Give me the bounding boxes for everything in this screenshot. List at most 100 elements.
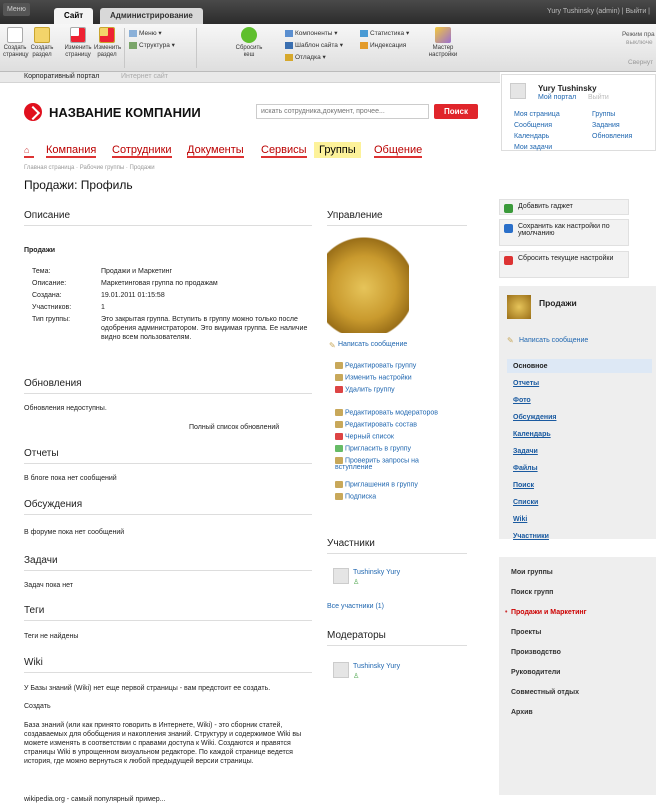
site-switch-bar: Корпоративный портал Интернет сайт	[0, 72, 500, 83]
groups-item[interactable]: Мои группы	[511, 569, 553, 576]
manage-action[interactable]: Приглашения в группу	[335, 481, 418, 488]
menu-item[interactable]: Файлы	[513, 465, 538, 472]
company-logo-icon[interactable]	[24, 103, 42, 121]
manage-action[interactable]: Изменить настройки	[335, 374, 412, 381]
group-name: Продажи	[24, 247, 56, 254]
user-link[interactable]: Мои задачи	[514, 144, 552, 151]
menu-item[interactable]: Поиск	[513, 482, 534, 489]
section-heading-description: Описание	[24, 210, 312, 226]
breadcrumb[interactable]: Главная страница · Рабочие группы · Прод…	[24, 165, 155, 171]
menu-item[interactable]: Списки	[513, 499, 538, 506]
index-button[interactable]: Индексация	[360, 41, 406, 50]
manage-action[interactable]: Подписка	[335, 493, 376, 500]
nav-item[interactable]: Компания	[46, 142, 97, 158]
groups-item[interactable]: Архив	[511, 709, 533, 716]
section-heading-wiki: Wiki	[24, 657, 312, 673]
manage-action[interactable]: Черный список	[335, 433, 394, 440]
user-link[interactable]: Группы	[592, 111, 615, 118]
menu-item-active[interactable]: Основное	[513, 363, 548, 370]
company-name[interactable]: НАЗВАНИЕ КОМПАНИИ	[49, 105, 201, 120]
add-gadget-button[interactable]: Добавить гаджет	[499, 199, 629, 215]
section-heading-updates: Обновления	[24, 378, 312, 394]
all-members-link[interactable]: Все участники (1)	[327, 603, 384, 610]
nav-item-active[interactable]: Группы	[314, 142, 361, 158]
save-defaults-button[interactable]: Сохранить как настройки по умолчанию	[499, 219, 629, 246]
portal-link[interactable]: Корпоративный портал	[24, 73, 99, 80]
tab-site[interactable]: Сайт	[54, 8, 94, 24]
manage-action[interactable]: Редактировать модераторов	[335, 409, 438, 416]
write-message-link[interactable]: Написать сообщение	[338, 341, 407, 348]
nav-item[interactable]: Документы	[187, 142, 244, 158]
create-page-button[interactable]: Создать страницу	[3, 27, 29, 59]
avatar[interactable]	[333, 662, 349, 678]
groups-item[interactable]: Поиск групп	[511, 589, 553, 596]
manage-action[interactable]: Проверить запросы на вступление	[335, 457, 445, 471]
admin-bar: Меню Сайт Администрирование Yury Tushins…	[0, 0, 656, 24]
groups-item-active[interactable]: Продажи и Маркетинг	[511, 609, 587, 616]
manage-action[interactable]: Пригласить в группу	[335, 445, 411, 452]
admin-menu-button[interactable]: Меню	[3, 3, 30, 16]
wiki-create-link[interactable]: Создать	[24, 702, 51, 711]
menu-item[interactable]: Календарь	[513, 431, 551, 438]
groups-item[interactable]: Производство	[511, 649, 561, 656]
nav-item[interactable]: Сервисы	[261, 142, 307, 158]
menu-item[interactable]: Обсуждения	[513, 414, 556, 421]
menu-item[interactable]: Wiki	[513, 516, 527, 523]
create-section-button[interactable]: Создать раздел	[27, 27, 57, 59]
manage-action[interactable]: Редактировать состав	[335, 421, 417, 428]
menu-item[interactable]: Отчеты	[513, 380, 539, 387]
tab-admin[interactable]: Администрирование	[100, 8, 203, 24]
groups-item[interactable]: Совместный отдых	[511, 689, 579, 696]
user-link[interactable]: Обновления	[592, 133, 632, 140]
home-icon[interactable]: ⌂	[24, 142, 34, 158]
reset-settings-button[interactable]: Сбросить текущие настройки	[499, 251, 629, 278]
reset-cache-button[interactable]: Сбросить кеш	[234, 27, 264, 59]
groups-item[interactable]: Руководители	[511, 669, 560, 676]
stats-button[interactable]: Статистика ▾	[360, 29, 409, 38]
menu-button[interactable]: Меню ▾	[129, 29, 162, 38]
menu-item[interactable]: Фото	[513, 397, 531, 404]
right-panel: Yury Tushinsky Мой портал Выйти Моя стра…	[499, 71, 656, 808]
shop-link[interactable]: Интернет сайт	[121, 73, 168, 80]
user-link[interactable]: Календарь	[514, 133, 549, 140]
person-icon: ♙	[353, 673, 360, 680]
group-write-link[interactable]: Написать сообщение	[519, 337, 588, 344]
groups-item[interactable]: Проекты	[511, 629, 541, 636]
section-heading-moderators: Модераторы	[327, 630, 467, 646]
logout-link[interactable]: Выйти	[588, 94, 609, 101]
group-thumbnail[interactable]	[507, 295, 531, 319]
search-input[interactable]	[256, 104, 429, 119]
members-icon	[335, 421, 343, 428]
user-link[interactable]: Задания	[592, 122, 620, 129]
search-button[interactable]: Поиск	[434, 104, 478, 119]
collapse-button[interactable]: Свернут	[628, 58, 653, 67]
nav-item[interactable]: Общение	[374, 142, 423, 158]
user-link[interactable]: Сообщения	[514, 122, 552, 129]
admin-user-info[interactable]: Yury Tushinsky (admin) | Выйти |	[547, 8, 650, 15]
wand-icon	[435, 27, 451, 43]
avatar[interactable]	[510, 83, 526, 99]
updates-full-list-link[interactable]: Полный список обновлений	[189, 423, 279, 432]
moderator-link[interactable]: Tushinsky Yury	[353, 663, 400, 670]
components-button[interactable]: Компоненты ▾	[285, 29, 338, 38]
my-portal-link[interactable]: Мой портал	[538, 94, 576, 101]
page-title: Продажи: Профиль	[24, 178, 133, 192]
structure-button[interactable]: Структура ▾	[129, 41, 175, 50]
user-link[interactable]: Моя страница	[514, 111, 560, 118]
user-name[interactable]: Yury Tushinsky	[538, 84, 597, 93]
menu-item[interactable]: Участники	[513, 533, 549, 540]
edit-section-button[interactable]: Изменить раздел	[94, 27, 121, 59]
edit-folder-icon	[99, 27, 115, 43]
template-button[interactable]: Шаблон сайта ▾	[285, 41, 343, 50]
member-link[interactable]: Tushinsky Yury	[353, 569, 400, 576]
group-title: Продажи	[539, 298, 577, 308]
debug-button[interactable]: Отладка ▾	[285, 53, 326, 62]
wizard-button[interactable]: Мастер настройки	[426, 27, 460, 59]
nav-item[interactable]: Сотрудники	[112, 142, 172, 158]
edit-page-button[interactable]: Изменить страницу	[64, 27, 92, 59]
bullet-icon: •	[505, 609, 508, 616]
avatar[interactable]	[333, 568, 349, 584]
manage-action[interactable]: Редактировать группу	[335, 362, 416, 369]
manage-action[interactable]: Удалить группу	[335, 386, 395, 393]
menu-item[interactable]: Задачи	[513, 448, 538, 455]
